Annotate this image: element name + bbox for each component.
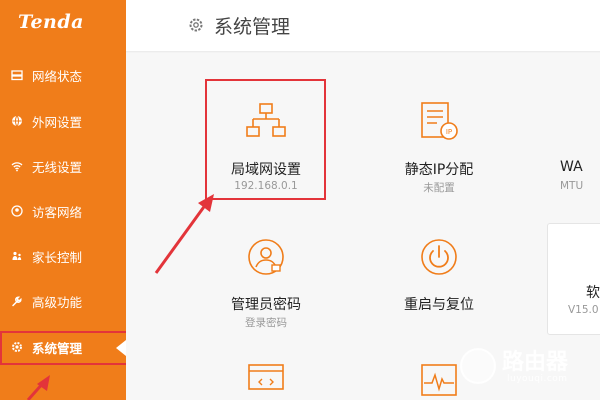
watermark-logo-icon [460,348,496,384]
watermark-text: 路由器 [502,350,569,375]
annotation-arrows [26,194,214,400]
annotation-arrow-line [154,203,208,274]
watermark-subtext: luyouqi.com [507,374,568,384]
watermark: 路由器 luyouqi.com [460,342,600,392]
